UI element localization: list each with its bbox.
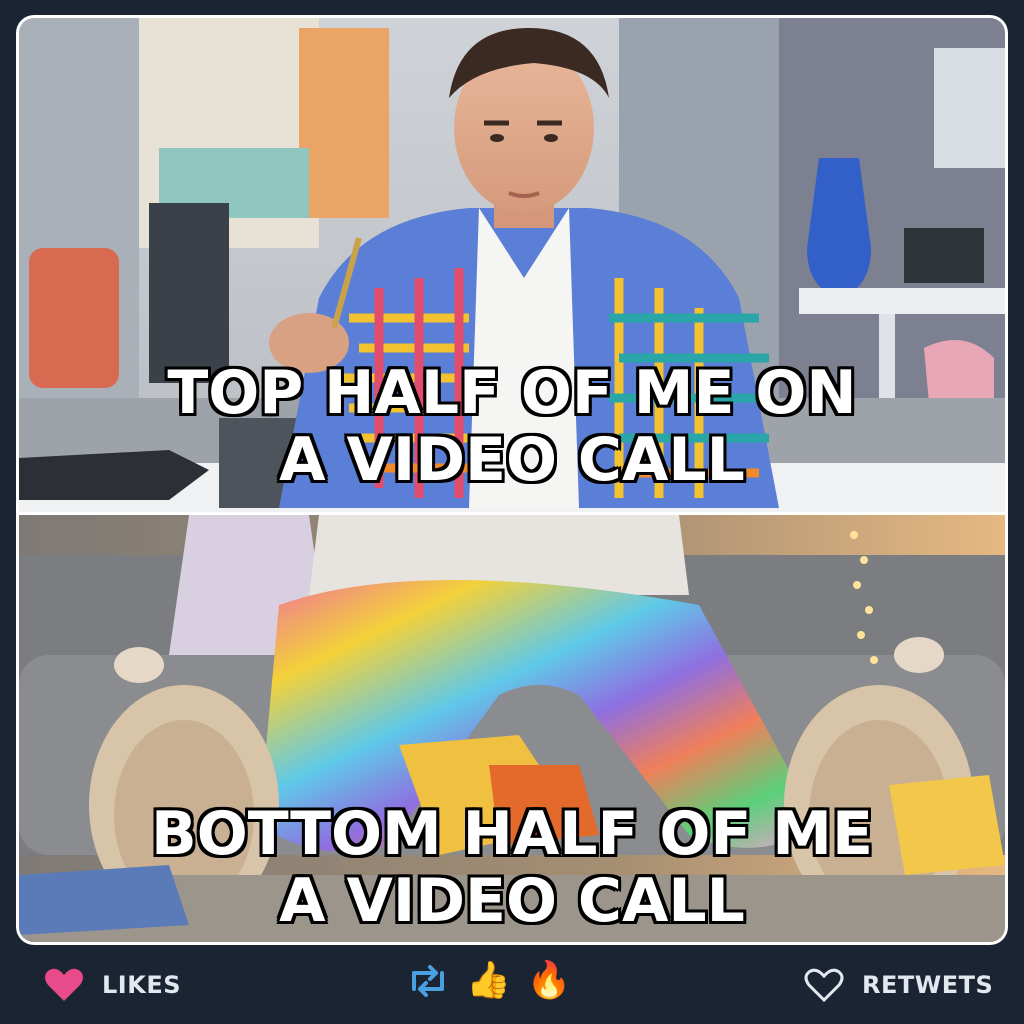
likes-button[interactable]: LIKES: [44, 967, 181, 1003]
heart-filled-icon: [45, 968, 83, 1001]
caption-top: TOP HALF OF ME ON A VIDEO CALL: [19, 358, 1005, 496]
meme-post: TOP HALF OF ME ON A VIDEO CALL BOTTOM HA…: [0, 0, 1024, 1024]
heart-outline-icon: [804, 968, 844, 1003]
thumbs-up-icon[interactable]: 👍: [466, 963, 511, 999]
retweet-icon[interactable]: [406, 963, 450, 999]
fire-icon[interactable]: 🔥: [527, 963, 572, 999]
meme-image-top: TOP HALF OF ME ON A VIDEO CALL: [19, 18, 1005, 512]
reaction-icons: 👍 🔥: [406, 963, 572, 999]
meme-card[interactable]: TOP HALF OF ME ON A VIDEO CALL BOTTOM HA…: [16, 15, 1008, 945]
caption-bottom: BOTTOM HALF OF ME A VIDEO CALL: [19, 799, 1005, 937]
meme-image-bottom: BOTTOM HALF OF ME A VIDEO CALL: [19, 515, 1005, 942]
caption-top-line-1: TOP HALF OF ME ON: [167, 358, 857, 428]
likes-label: LIKES: [102, 971, 181, 999]
caption-bottom-line-2: A VIDEO CALL: [279, 866, 745, 937]
caption-bottom-line-1: BOTTOM HALF OF ME: [151, 799, 873, 869]
retweets-label: RETWETS: [862, 971, 994, 999]
retweets-button[interactable]: RETWETS: [804, 967, 993, 1003]
action-bar: LIKES 👍 🔥 RETWETS: [0, 955, 1024, 1019]
caption-top-line-2: A VIDEO CALL: [279, 425, 745, 496]
